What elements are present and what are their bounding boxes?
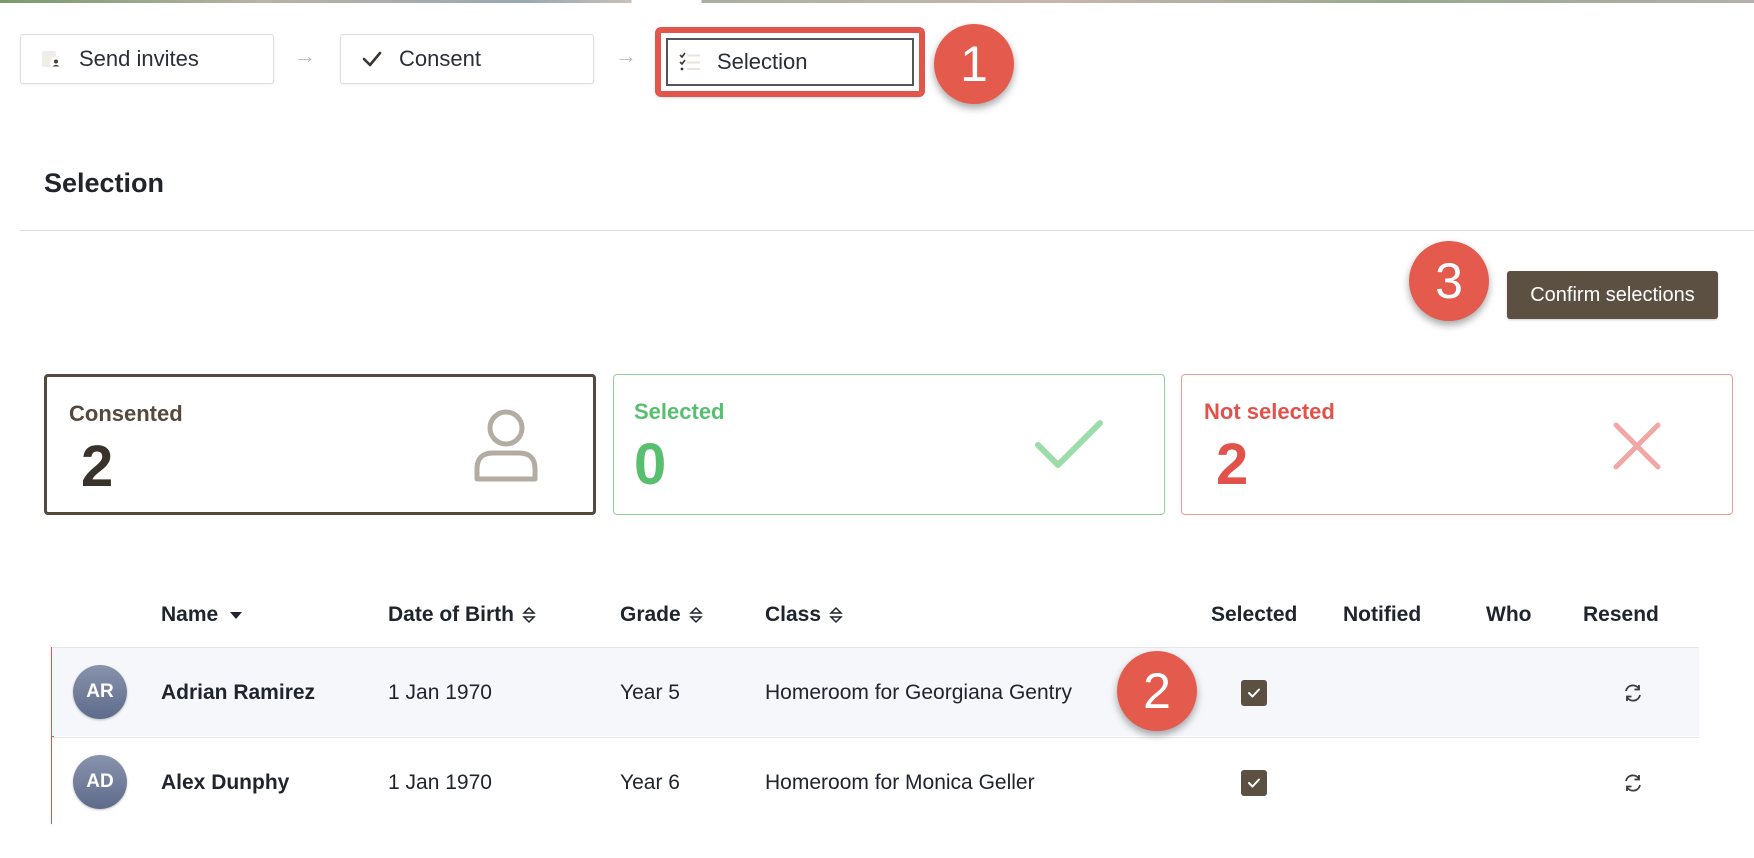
step-consent[interactable]: Consent (340, 34, 594, 84)
column-header-who: Who (1486, 603, 1532, 626)
student-name: Alex Dunphy (161, 770, 290, 794)
person-icon (471, 407, 541, 488)
consented-count: 2 (81, 434, 114, 499)
class-name: Homeroom for Monica Geller (765, 770, 1035, 794)
consented-label: Consented (69, 401, 183, 426)
column-header-class[interactable]: Class (765, 603, 843, 627)
top-banner-strip (0, 0, 1754, 3)
resend-icon[interactable] (1621, 681, 1645, 705)
student-name: Adrian Ramirez (161, 680, 316, 704)
grade: Year 5 (620, 680, 680, 704)
column-label: Class (765, 603, 822, 626)
sort-icon (688, 606, 703, 624)
callout-badge-3: 3 (1409, 241, 1489, 321)
checklist-icon (675, 51, 705, 73)
class-name: Homeroom for Georgiana Gentry (765, 680, 1072, 704)
column-label: Name (161, 603, 219, 626)
checkmark-icon (1034, 419, 1104, 476)
callout-badge-2: 2 (1117, 651, 1197, 731)
column-label: Date of Birth (388, 603, 514, 626)
column-header-dob[interactable]: Date of Birth (388, 603, 536, 627)
not-selected-count: 2 (1216, 432, 1249, 497)
step-label: Consent (399, 46, 481, 71)
grade: Year 6 (620, 770, 680, 794)
date-of-birth: 1 Jan 1970 (388, 680, 492, 704)
step-arrow-icon: → (615, 43, 637, 68)
confirm-selections-button[interactable]: Confirm selections (1507, 271, 1718, 319)
table-row[interactable]: AD Alex Dunphy 1 Jan 1970 Year 6 Homeroo… (52, 737, 1699, 826)
selected-label: Selected (634, 399, 725, 424)
table-row[interactable]: AR Adrian Ramirez 1 Jan 1970 Year 5 Home… (52, 647, 1699, 736)
not-selected-card: Not selected 2 (1181, 374, 1733, 515)
resend-icon[interactable] (1621, 771, 1645, 795)
not-selected-label: Not selected (1204, 399, 1335, 424)
selected-count: 0 (634, 432, 667, 497)
column-header-grade[interactable]: Grade (620, 603, 703, 627)
divider (20, 230, 1754, 231)
selected-card: Selected 0 (613, 374, 1165, 515)
column-header-selected: Selected (1211, 603, 1298, 626)
callout-badge-1: 1 (934, 24, 1014, 104)
step-arrow-icon: → (294, 43, 316, 68)
step-label: Selection (717, 49, 808, 74)
checkmark-icon (357, 48, 387, 70)
column-header-name[interactable]: Name (161, 603, 243, 627)
person-badge-icon (37, 48, 67, 70)
avatar: AR (73, 665, 127, 719)
step-label: Send invites (79, 46, 199, 71)
consented-card: Consented 2 (44, 374, 596, 515)
step-selection[interactable]: Selection (655, 27, 925, 97)
column-label: Grade (620, 603, 681, 626)
sort-desc-icon (230, 610, 243, 620)
selected-checkbox[interactable] (1241, 770, 1267, 796)
column-header-resend: Resend (1583, 603, 1659, 626)
column-header-notified: Notified (1343, 603, 1422, 626)
step-send-invites[interactable]: Send invites (20, 34, 274, 84)
date-of-birth: 1 Jan 1970 (388, 770, 492, 794)
close-icon (1612, 421, 1662, 476)
avatar: AD (73, 755, 127, 809)
sort-icon (522, 606, 536, 624)
sort-icon (829, 606, 843, 624)
page-title: Selection (44, 168, 165, 198)
selected-checkbox[interactable] (1241, 680, 1267, 706)
